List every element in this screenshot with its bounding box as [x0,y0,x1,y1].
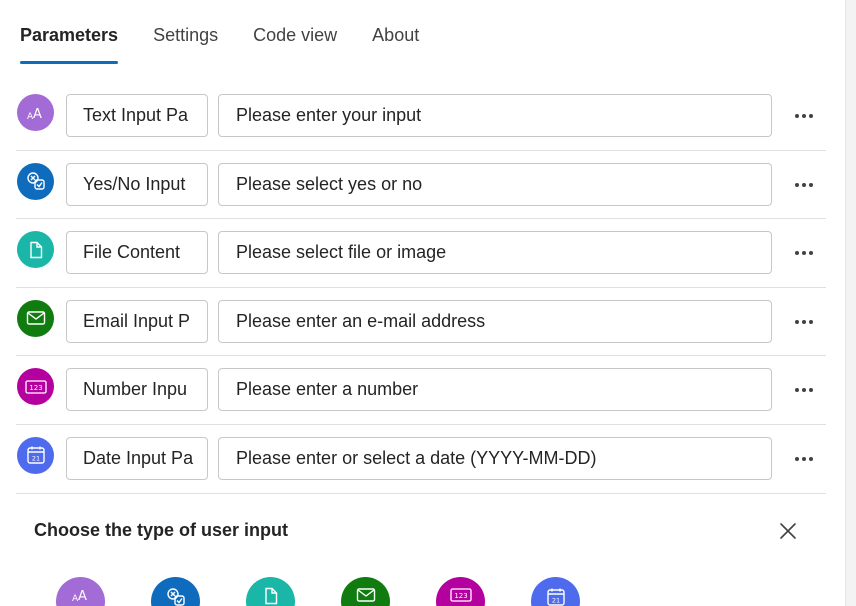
parameter-row-text: AA Text Input Pa Please enter your input [16,82,826,151]
input-type-options: AA 123 21 [56,577,626,606]
parameter-row-number: 123 Number Inpu Please enter a number [16,356,826,425]
parameter-prompt-field[interactable]: Please enter your input [218,94,772,137]
parameter-name-field[interactable]: Yes/No Input [66,162,208,206]
calendar-icon: 21 [17,436,54,474]
tab-bar: Parameters Settings Code view About [20,22,454,64]
parameter-prompt-field[interactable]: Please enter or select a date (YYYY-MM-D… [218,436,772,480]
yes-no-icon [17,162,54,200]
close-icon[interactable] [776,519,800,543]
parameter-name-field[interactable]: File Content [66,231,208,275]
parameter-prompt-field[interactable]: Please enter an e-mail address [218,299,772,343]
svg-text:21: 21 [31,455,39,463]
tab-parameters[interactable]: Parameters [20,22,119,64]
parameter-name-field[interactable]: Number Inpu [66,368,208,412]
yes-no-icon[interactable] [151,577,200,606]
parameter-row-file: File Content Please select file or image [16,219,826,288]
calendar-icon[interactable]: 21 [531,577,580,606]
more-horizontal-icon[interactable] [788,173,820,197]
parameter-row-date: 21 Date Input Pa Please enter or select … [16,425,826,494]
parameter-prompt-field[interactable]: Please enter a number [218,368,772,412]
more-horizontal-icon[interactable] [788,378,820,402]
text-icon[interactable]: AA [56,577,105,606]
parameter-name-field[interactable]: Email Input P [66,299,208,343]
tab-about[interactable]: About [372,22,419,64]
more-horizontal-icon[interactable] [788,241,820,265]
more-horizontal-icon[interactable] [788,310,820,334]
parameter-name-field[interactable]: Text Input Pa [66,94,208,137]
more-horizontal-icon[interactable] [788,447,820,471]
number-icon: 123 [17,368,54,406]
file-icon[interactable] [246,577,295,606]
svg-text:21: 21 [551,597,559,605]
input-panel: Parameters Settings Code view About AA T… [0,0,845,606]
email-icon[interactable] [341,577,390,606]
parameter-list: AA Text Input Pa Please enter your input… [16,82,826,494]
svg-text:123: 123 [454,592,467,600]
svg-text:A: A [33,107,42,121]
number-icon[interactable]: 123 [436,577,485,606]
panel-scroll-edge [845,0,856,606]
svg-text:123: 123 [29,384,42,392]
parameter-row-yes-no: Yes/No Input Please select yes or no [16,151,826,220]
text-icon: AA [17,94,54,131]
parameter-name-field[interactable]: Date Input Pa [66,436,208,480]
parameter-row-email: Email Input P Please enter an e-mail add… [16,288,826,357]
parameter-prompt-field[interactable]: Please select file or image [218,231,772,275]
tab-settings[interactable]: Settings [153,22,218,64]
more-horizontal-icon[interactable] [788,104,820,128]
file-icon [17,231,54,269]
svg-text:A: A [78,589,87,603]
parameter-prompt-field[interactable]: Please select yes or no [218,162,772,206]
email-icon [17,299,54,337]
chooser-title: Choose the type of user input [34,520,289,540]
tab-code-view[interactable]: Code view [253,22,337,64]
